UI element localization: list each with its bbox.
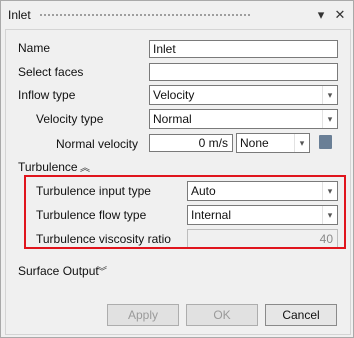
normal-velocity-unit-value: None [240, 136, 269, 150]
ok-button[interactable]: OK [186, 304, 258, 326]
turbulence-section-label: Turbulence [18, 160, 78, 174]
cancel-button-label: Cancel [282, 308, 320, 322]
select-faces-label: Select faces [18, 65, 84, 79]
inflow-type-select[interactable]: Velocity ▾ [149, 85, 338, 105]
inflow-type-value: Velocity [153, 88, 195, 102]
normal-velocity-label: Normal velocity [56, 137, 139, 151]
apply-button[interactable]: Apply [107, 304, 179, 326]
chevron-down-icon: ▾ [322, 86, 337, 104]
apply-button-label: Apply [127, 308, 159, 322]
chevron-down-icon: ▾ [322, 110, 337, 128]
unit-picker-icon[interactable] [319, 135, 332, 149]
chevron-up-double-icon[interactable]: ︽ [80, 159, 90, 174]
title-bar[interactable]: Inlet ▾ ✕ [1, 1, 353, 28]
drag-grip[interactable] [39, 13, 251, 17]
close-icon[interactable]: ✕ [333, 8, 347, 22]
panel-title: Inlet [8, 8, 31, 22]
chevron-down-icon: ▾ [294, 134, 309, 152]
ok-button-label: OK [213, 308, 231, 322]
cancel-button[interactable]: Cancel [265, 304, 337, 326]
velocity-type-select[interactable]: Normal ▾ [149, 109, 338, 129]
velocity-type-value: Normal [153, 112, 192, 126]
inlet-panel: Inlet ▾ ✕ Name Inlet Select faces Inflow… [0, 0, 354, 338]
name-field[interactable]: Inlet [149, 40, 338, 58]
inflow-type-label: Inflow type [18, 88, 76, 102]
normal-velocity-field[interactable]: 0 m/s [149, 134, 233, 152]
surface-output-section-label: Surface Output [18, 264, 99, 278]
highlight-box [24, 175, 346, 249]
normal-velocity-unit-select[interactable]: None ▾ [236, 133, 310, 153]
chevron-down-double-icon[interactable]: ︾ [97, 263, 107, 278]
name-label: Name [18, 41, 51, 55]
velocity-type-label: Velocity type [36, 112, 104, 126]
select-faces-field[interactable] [149, 63, 338, 81]
chevron-down-icon[interactable]: ▾ [314, 8, 328, 22]
